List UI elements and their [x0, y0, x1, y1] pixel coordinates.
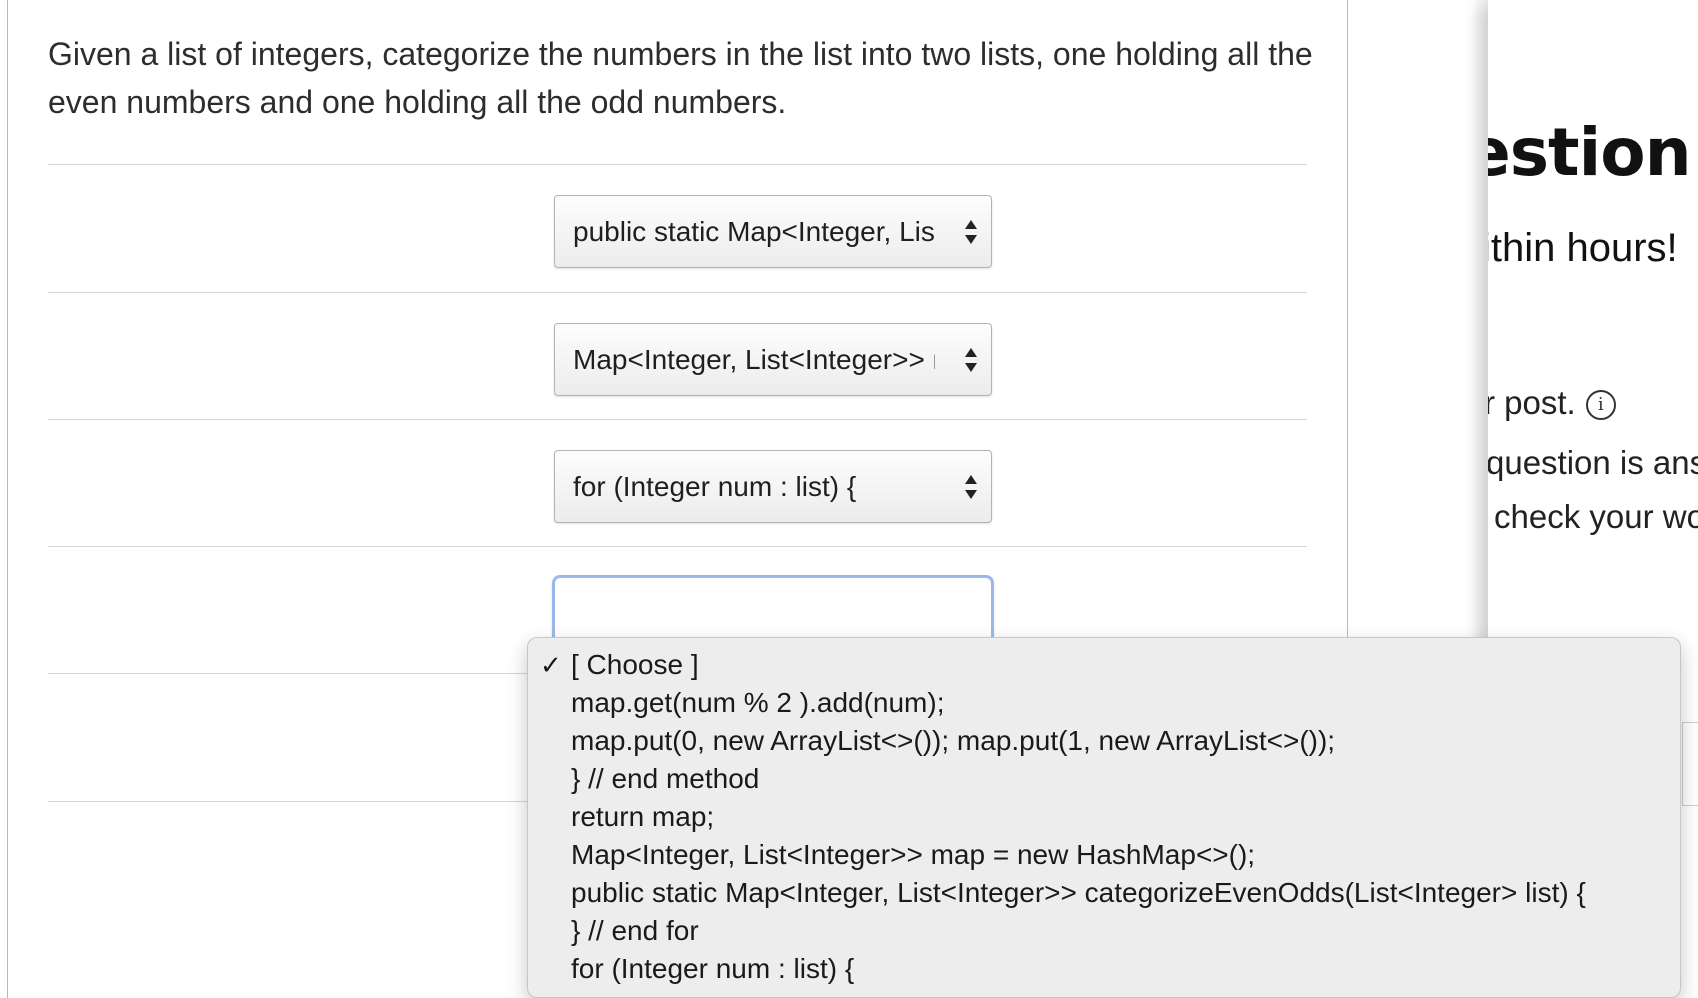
- answer-select-3-value: for (Integer num : list) {: [573, 471, 857, 502]
- dropdown-option[interactable]: for (Integer num : list) {: [528, 950, 1680, 988]
- dropdown-option[interactable]: return map;: [528, 798, 1680, 836]
- up-down-arrows-icon: [965, 348, 977, 372]
- answer-select-2-value: Map<Integer, List<Integer>> map = new Ha…: [573, 344, 935, 375]
- dropdown-option[interactable]: } // end method: [528, 760, 1680, 798]
- dropdown-option[interactable]: map.put(0, new ArrayList<>()); map.put(1…: [528, 722, 1680, 760]
- side-line-1-text: r post.: [1488, 384, 1576, 421]
- side-heading: estion: [1488, 114, 1692, 191]
- answer-select-2[interactable]: Map<Integer, List<Integer>> map = new Ha…: [554, 323, 992, 396]
- dropdown-option-choose[interactable]: ✓ [ Choose ]: [528, 646, 1680, 684]
- info-icon[interactable]: i: [1585, 390, 1616, 420]
- page: Given a list of integers, categorize the…: [0, 0, 1698, 998]
- side-line-1: r post. i: [1488, 384, 1616, 422]
- answer-select-1-value: public static Map<Integer, List<Integer>…: [573, 216, 935, 247]
- option-label: [ Choose ]: [571, 649, 699, 680]
- divider: [48, 419, 1307, 420]
- up-down-arrows-icon: [965, 220, 977, 244]
- side-line-2: question is answ: [1488, 444, 1698, 481]
- divider: [48, 546, 1307, 547]
- dropdown-option[interactable]: public static Map<Integer, List<Integer>…: [528, 874, 1680, 912]
- question-text: Given a list of integers, categorize the…: [48, 36, 1313, 120]
- dropdown-option[interactable]: map.get(num % 2 ).add(num);: [528, 684, 1680, 722]
- divider: [48, 164, 1307, 165]
- side-line-3: check your wo: [1494, 498, 1698, 535]
- side-subheading: ithin hours!: [1488, 226, 1678, 270]
- side-card-edge: [1682, 722, 1698, 806]
- dropdown-option[interactable]: Map<Integer, List<Integer>> map = new Ha…: [528, 836, 1680, 874]
- answer-select-1[interactable]: public static Map<Integer, List<Integer>…: [554, 195, 992, 268]
- up-down-arrows-icon: [965, 475, 977, 499]
- dropdown-options-list[interactable]: ✓ [ Choose ] map.get(num % 2 ).add(num);…: [527, 637, 1681, 998]
- checkmark-icon: ✓: [540, 650, 562, 680]
- divider: [48, 292, 1307, 293]
- answer-select-3[interactable]: for (Integer num : list) {: [554, 450, 992, 523]
- dropdown-option[interactable]: } // end for: [528, 912, 1680, 950]
